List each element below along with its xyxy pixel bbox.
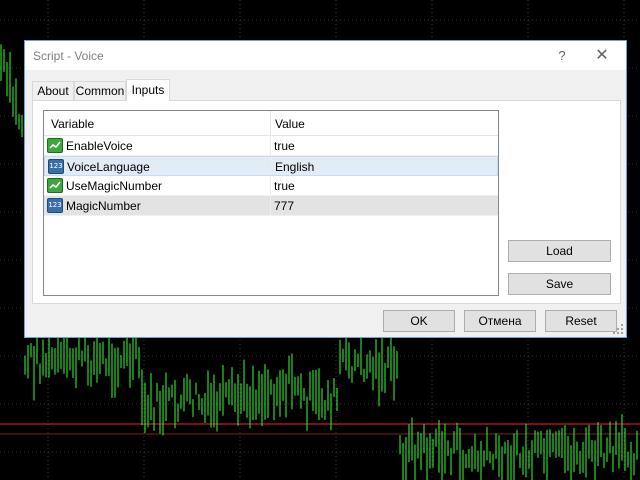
cell-divider	[270, 136, 271, 155]
variable-value[interactable]: English	[275, 160, 314, 174]
title-bar[interactable]: Script - Voice ? ✕	[25, 41, 626, 70]
script-dialog: Script - Voice ? ✕ About Common Inputs V…	[24, 40, 627, 338]
variable-name: UseMagicNumber	[66, 179, 163, 193]
table-row[interactable]: 123 VoiceLanguage English	[44, 156, 498, 176]
variable-name: EnableVoice	[66, 139, 133, 153]
column-header-variable[interactable]: Variable	[51, 117, 94, 131]
ok-button[interactable]: OK	[383, 310, 455, 332]
table-row[interactable]: EnableVoice true	[44, 136, 498, 156]
tab-inputs[interactable]: Inputs	[126, 79, 170, 101]
reset-button[interactable]: Reset	[545, 310, 617, 332]
cell-divider	[270, 176, 271, 195]
inputs-grid: Variable Value EnableVoice true 123 Voic…	[43, 110, 499, 296]
bool-icon	[47, 178, 63, 193]
bool-icon	[47, 138, 63, 153]
column-header-value[interactable]: Value	[275, 117, 305, 131]
close-icon[interactable]: ✕	[584, 41, 620, 70]
resize-grip-icon[interactable]	[613, 324, 623, 334]
load-button[interactable]: Load	[508, 240, 611, 262]
table-row[interactable]: UseMagicNumber true	[44, 176, 498, 196]
variable-value[interactable]: true	[274, 179, 295, 193]
save-button[interactable]: Save	[508, 273, 611, 295]
variable-value[interactable]: 777	[274, 199, 294, 213]
number-icon: 123	[48, 159, 64, 174]
dialog-title: Script - Voice	[33, 49, 104, 63]
cell-divider	[270, 196, 271, 215]
grid-header: Variable Value	[44, 111, 498, 136]
variable-value[interactable]: true	[274, 139, 295, 153]
variable-name: MagicNumber	[66, 199, 141, 213]
inputs-panel: Variable Value EnableVoice true 123 Voic…	[32, 100, 621, 304]
tab-common[interactable]: Common	[74, 81, 126, 100]
variable-name: VoiceLanguage	[67, 160, 150, 174]
column-divider[interactable]	[270, 111, 271, 135]
table-row[interactable]: 123 MagicNumber 777	[44, 196, 498, 216]
cancel-button[interactable]: Отмена	[464, 310, 536, 332]
cell-divider	[271, 157, 272, 175]
number-icon: 123	[47, 198, 63, 213]
tab-about[interactable]: About	[32, 81, 74, 100]
help-icon[interactable]: ?	[544, 41, 580, 70]
